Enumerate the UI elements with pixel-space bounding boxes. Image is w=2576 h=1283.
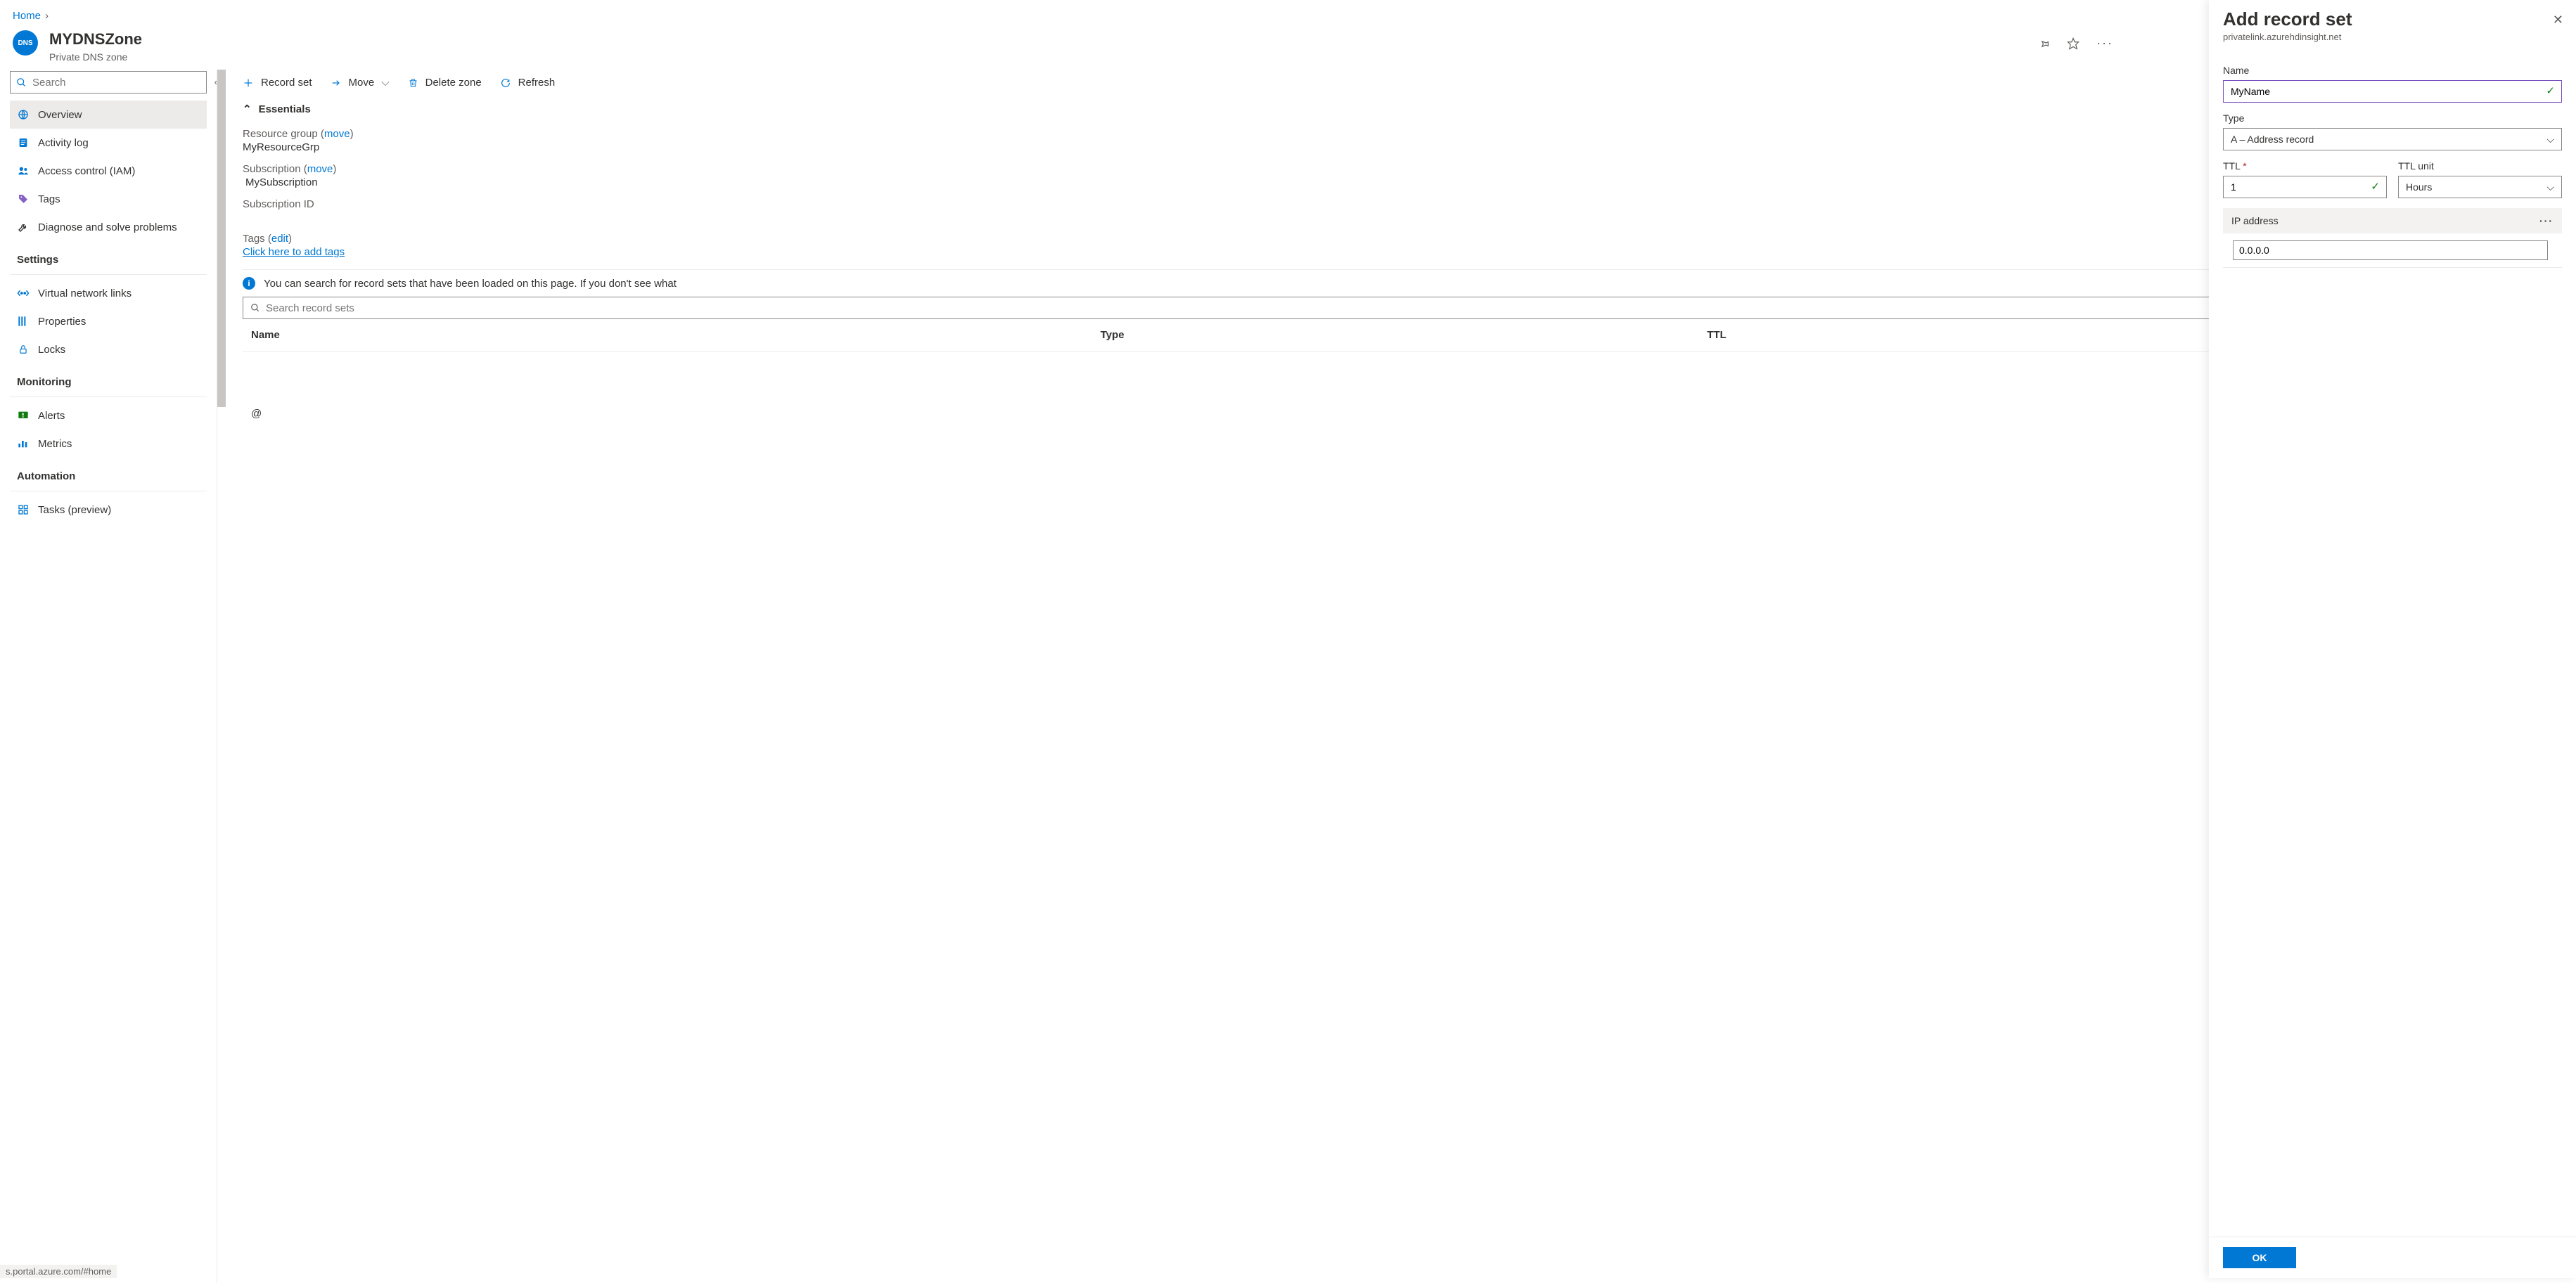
move-button[interactable]: Move ⌵ xyxy=(331,77,390,89)
chevron-down-icon: ⌵ xyxy=(381,77,389,89)
delete-zone-button[interactable]: Delete zone xyxy=(408,77,482,89)
nav-tasks[interactable]: Tasks (preview) xyxy=(10,496,207,524)
ip-address-header: IP address ··· xyxy=(2223,208,2562,233)
nav-metrics[interactable]: Metrics xyxy=(10,430,207,458)
tasks-icon xyxy=(17,503,30,516)
add-record-set-panel: Add record set privatelink.azurehdinsigh… xyxy=(2209,0,2576,1278)
name-input[interactable] xyxy=(2223,80,2562,103)
alert-icon xyxy=(17,409,30,422)
log-icon xyxy=(17,136,30,149)
move-sub-link[interactable]: move xyxy=(307,163,333,175)
type-select[interactable]: A – Address record ⌵ xyxy=(2223,128,2562,150)
dns-zone-icon: DNS xyxy=(13,30,38,56)
add-record-set-button[interactable]: Record set xyxy=(243,77,312,89)
chevron-down-icon: ⌵ xyxy=(2546,134,2554,146)
nav-overview[interactable]: Overview xyxy=(10,101,207,129)
resource-title: MYDNSZone xyxy=(49,30,142,49)
nav-tags[interactable]: Tags xyxy=(10,185,207,213)
search-icon xyxy=(16,77,27,88)
ok-button[interactable]: OK xyxy=(2223,1247,2296,1268)
wrench-icon xyxy=(17,221,30,233)
metrics-icon xyxy=(17,437,30,450)
info-icon: i xyxy=(243,277,255,290)
section-automation: Automation xyxy=(10,458,207,486)
ttl-input[interactable] xyxy=(2223,176,2387,198)
name-label: Name xyxy=(2223,65,2562,76)
chevron-up-icon: ⌃ xyxy=(243,103,252,115)
people-icon xyxy=(17,165,30,177)
edit-tags-link[interactable]: edit xyxy=(271,233,288,245)
resource-subtitle: Private DNS zone xyxy=(49,51,142,63)
nav-activity-log[interactable]: Activity log xyxy=(10,129,207,157)
nav-alerts[interactable]: Alerts xyxy=(10,401,207,430)
sidebar-search-input[interactable] xyxy=(32,77,200,89)
section-settings: Settings xyxy=(10,241,207,270)
nav-vnet-links[interactable]: Virtual network links xyxy=(10,279,207,307)
move-rg-link[interactable]: move xyxy=(324,128,350,140)
ttl-label: TTL * xyxy=(2223,160,2387,172)
status-bar-url: s.portal.azure.com/#home xyxy=(0,1265,117,1278)
sidebar: « Overview Activity log Access control (… xyxy=(0,70,217,1283)
plus-icon xyxy=(243,77,254,89)
refresh-icon xyxy=(500,77,511,89)
close-icon[interactable]: ✕ xyxy=(2553,13,2563,27)
add-tags-link[interactable]: Click here to add tags xyxy=(243,246,345,258)
arrow-right-icon xyxy=(331,77,342,89)
ttl-unit-label: TTL unit xyxy=(2398,160,2562,172)
ttl-unit-select[interactable]: Hours ⌵ xyxy=(2398,176,2562,198)
chevron-right-icon: › xyxy=(45,10,49,22)
refresh-button[interactable]: Refresh xyxy=(500,77,556,89)
nav-diagnose[interactable]: Diagnose and solve problems xyxy=(10,213,207,241)
breadcrumb: Home › xyxy=(0,0,2576,26)
more-icon[interactable]: ··· xyxy=(2096,36,2113,51)
nav-access-control[interactable]: Access control (IAM) xyxy=(10,157,207,185)
globe-icon xyxy=(17,108,30,121)
pin-icon[interactable] xyxy=(2037,37,2050,50)
nav-locks[interactable]: Locks xyxy=(10,335,207,363)
more-icon[interactable]: ··· xyxy=(2539,215,2553,226)
trash-icon xyxy=(408,77,418,89)
chevron-down-icon: ⌵ xyxy=(2546,181,2554,193)
nav-properties[interactable]: Properties xyxy=(10,307,207,335)
lock-icon xyxy=(17,343,30,356)
breadcrumb-home[interactable]: Home xyxy=(13,10,41,22)
panel-title: Add record set xyxy=(2223,8,2562,30)
properties-icon xyxy=(17,315,30,328)
resource-header: DNS MYDNSZone Private DNS zone ··· xyxy=(0,26,2576,70)
search-icon xyxy=(250,303,260,313)
ip-address-input[interactable] xyxy=(2233,240,2548,260)
type-label: Type xyxy=(2223,112,2562,124)
section-monitoring: Monitoring xyxy=(10,363,207,392)
favorite-icon[interactable] xyxy=(2067,37,2080,50)
tag-icon xyxy=(17,193,30,205)
scrollbar[interactable] xyxy=(217,70,226,407)
sidebar-search[interactable] xyxy=(10,71,207,94)
panel-subtitle: privatelink.azurehdinsight.net xyxy=(2223,32,2562,42)
vnet-icon xyxy=(17,287,30,299)
